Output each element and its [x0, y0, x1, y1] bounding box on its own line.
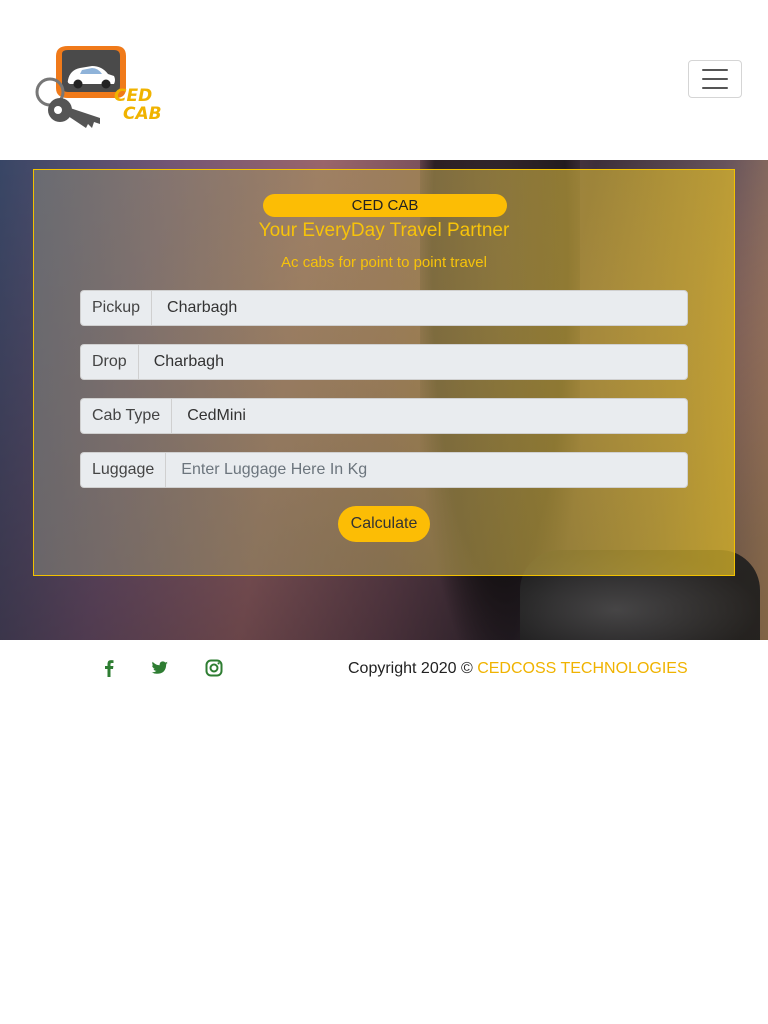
twitter-icon[interactable]	[150, 658, 170, 678]
cab-type-select[interactable]: CedMini	[171, 398, 688, 434]
logo-text-ced: CED	[114, 86, 153, 106]
hamburger-icon-line	[702, 87, 728, 89]
drop-select[interactable]: Charbagh	[137, 344, 688, 380]
instagram-icon[interactable]	[204, 658, 224, 678]
company-link[interactable]: CEDCOSS TECHNOLOGIES	[477, 660, 687, 677]
logo-text-cab: CAB	[123, 104, 162, 124]
hamburger-icon-line	[702, 69, 728, 71]
cab-type-label: Cab Type	[80, 398, 172, 434]
calculate-button[interactable]: Calculate	[338, 506, 430, 542]
facebook-icon[interactable]	[99, 658, 119, 678]
luggage-row: Luggage Enter Luggage Here In Kg	[80, 452, 688, 488]
navbar-toggle-button[interactable]	[688, 60, 742, 98]
footer: Copyright 2020 © CEDCOSS TECHNOLOGIES	[0, 640, 768, 696]
fare-calculator-card: CED CAB Your EveryDay Travel Partner Ac …	[33, 169, 735, 576]
drop-row: Drop Charbagh	[80, 344, 688, 380]
hamburger-icon-line	[702, 78, 728, 80]
subtitle: Ac cabs for point to point travel	[281, 254, 487, 271]
drop-label: Drop	[80, 344, 138, 380]
ced-cab-logo[interactable]: CED CAB	[34, 44, 168, 134]
copyright-text: Copyright 2020 © CEDCOSS TECHNOLOGIES	[348, 660, 688, 678]
brand-badge: CED CAB	[263, 194, 507, 217]
pickup-select[interactable]: Charbagh	[151, 290, 688, 326]
luggage-label: Luggage	[80, 452, 166, 488]
navbar: CED CAB	[0, 0, 768, 160]
pickup-label: Pickup	[80, 290, 152, 326]
tagline: Your EveryDay Travel Partner	[258, 220, 510, 241]
cab-type-row: Cab Type CedMini	[80, 398, 688, 434]
luggage-input[interactable]: Enter Luggage Here In Kg	[165, 452, 688, 488]
pickup-row: Pickup Charbagh	[80, 290, 688, 326]
copyright-prefix: Copyright 2020 ©	[348, 660, 473, 677]
